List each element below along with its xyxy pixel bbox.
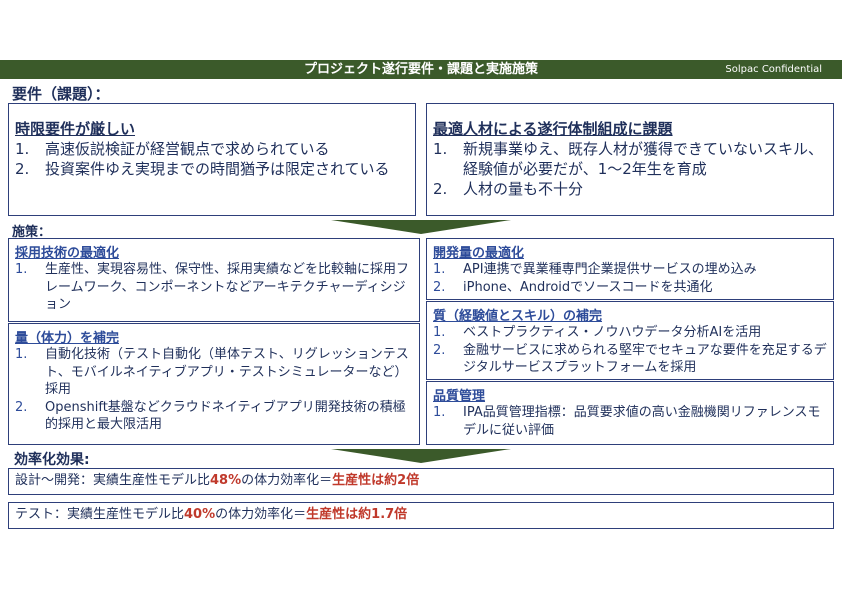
list-item: 1. 生産性、実現容易性、保守性、採用実績などを比較軸に採用フレームワーク、コンポ… xyxy=(15,262,410,312)
measure-list: 1. IPA品質管理指標：品質要求値の高い金融機関リファレンスモデルに従い評価 xyxy=(433,404,827,439)
list-item: 2. 人材の量も不十分 xyxy=(433,180,584,198)
measure-box-quality: 質（経験値とスキル）の補完 1. ベストプラクティス・ノウハウデータ分析AIを活用… xyxy=(426,301,834,380)
measure-list: 1. API連携で異業種専門企業提供サービスの埋め込み 2. iPhone、Andr… xyxy=(433,261,827,296)
requirements-label: 要件（課題）： xyxy=(12,85,110,103)
measure-list: 1. 生産性、実現容易性、保守性、採用実績などを比較軸に採用フレームワーク、コンポ… xyxy=(15,261,413,314)
list-item: 1. IPA品質管理指標：品質要求値の高い金融機関リファレンスモデルに従い評価 xyxy=(433,405,821,438)
confidential-label: Solpac Confidential xyxy=(725,64,822,75)
measure-box-quality-control: 品質管理 1. IPA品質管理指標：品質要求値の高い金融機関リファレンスモデルに従… xyxy=(426,381,834,445)
list-item: 1. ベストプラクティス・ノウハウデータ分析AIを活用 xyxy=(433,325,762,340)
efficiency-label: 効率化効果: xyxy=(14,452,90,468)
requirement-title: 最適人材による遂行体制組成に課題 xyxy=(433,120,673,138)
requirement-list: 1. 新規事業ゆえ、既存人材が獲得できていないスキル、経験値が必要だが、1～2年生… xyxy=(433,139,825,199)
measure-box-dev-volume: 開発量の最適化 1. API連携で異業種専門企業提供サービスの埋め込み 2. iPh… xyxy=(426,238,834,300)
requirement-box-time: 時限要件が厳しい 1. 高速仮説検証が経営観点で求められている 2. 投資案件ゆえ実… xyxy=(8,103,416,216)
measure-title: 開発量の最適化 xyxy=(433,246,525,261)
list-item: 1. API連携で異業種専門企業提供サービスの埋め込み xyxy=(433,262,757,277)
efficiency-line-design: 設計～開発：実績生産性モデル比48%の体力効率化＝生産性は約2倍 xyxy=(8,468,834,495)
measure-title: 質（経験値とスキル）の補完 xyxy=(433,309,603,324)
list-item: 2. 投資案件ゆえ実現までの時間猶予は限定されている xyxy=(15,160,390,178)
list-item: 1. 高速仮説検証が経営観点で求められている xyxy=(15,140,330,158)
page-title: プロジェクト遂行要件・課題と実施施策 xyxy=(303,62,538,77)
measure-title: 量（体力）を補完 xyxy=(15,331,120,346)
measure-list: 1. ベストプラクティス・ノウハウデータ分析AIを活用 2. 金融サービスに求められ… xyxy=(433,324,827,377)
measure-title: 品質管理 xyxy=(433,389,486,404)
efficiency-line-test: テスト：実績生産性モデル比40%の体力効率化＝生産性は約1.7倍 xyxy=(8,502,834,529)
down-arrow-icon xyxy=(331,449,511,463)
requirement-list: 1. 高速仮説検証が経営観点で求められている 2. 投資案件ゆえ実現までの時間猶予は… xyxy=(15,139,407,179)
measure-list: 1. 自動化技術（テスト自動化（単体テスト、リグレッションテスト、モバイルネイティ… xyxy=(15,346,413,434)
measure-title: 採用技術の最適化 xyxy=(15,246,120,261)
requirement-title: 時限要件が厳しい xyxy=(15,120,136,138)
requirement-box-staffing: 最適人材による遂行体制組成に課題 1. 新規事業ゆえ、既存人材が獲得できていないス… xyxy=(426,103,834,216)
list-item: 2. iPhone、Androidでソースコードを共通化 xyxy=(433,279,713,295)
measure-box-quantity: 量（体力）を補完 1. 自動化技術（テスト自動化（単体テスト、リグレッションテスト… xyxy=(8,323,420,445)
list-item: 2. Openshift基盤などクラウドネイティブアプリ開発技術の積極的採用と最大… xyxy=(15,399,406,433)
down-arrow-icon xyxy=(331,220,511,234)
list-item: 2. 金融サービスに求められる堅牢でセキュアな要件を充足するデジタルサービスプラッ… xyxy=(433,342,827,376)
measure-box-tech: 採用技術の最適化 1. 生産性、実現容易性、保守性、採用実績などを比較軸に採用フレ… xyxy=(8,238,420,322)
list-item: 1. 自動化技術（テスト自動化（単体テスト、リグレッションテスト、モバイルネイティ… xyxy=(15,347,409,397)
list-item: 1. 新規事業ゆえ、既存人材が獲得できていないスキル、経験値が必要だが、1～2年生… xyxy=(433,140,824,178)
